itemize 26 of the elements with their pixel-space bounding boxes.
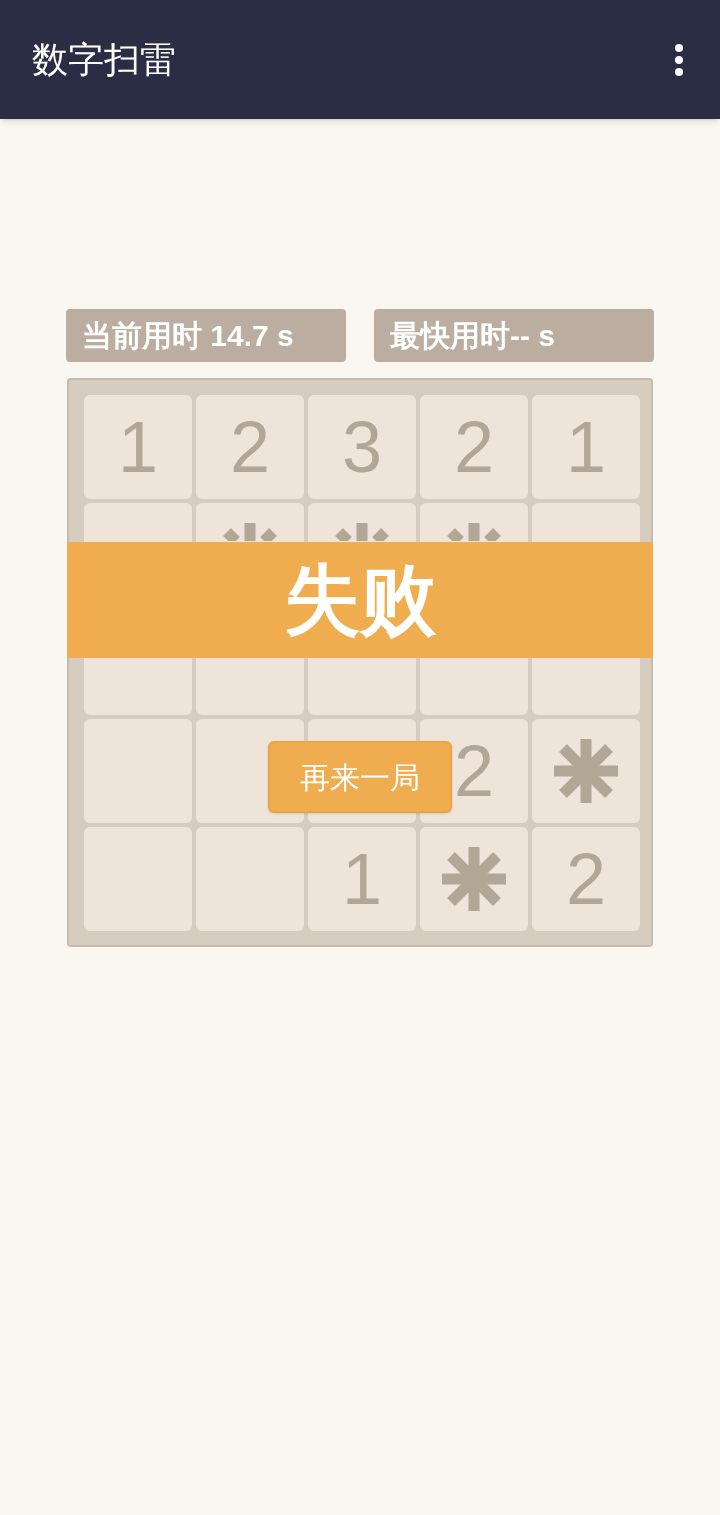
- time-label: 当前用时 14.7 s: [66, 309, 346, 362]
- time-label: 最快用时-- s: [374, 309, 654, 362]
- cell-number: 1: [117, 411, 158, 483]
- cell-number: 1: [341, 843, 382, 915]
- board-tile[interactable]: [84, 827, 192, 931]
- cell-number: 2: [565, 843, 606, 915]
- board-tile[interactable]: 1: [84, 395, 192, 499]
- cell-number: 2: [229, 411, 270, 483]
- board-tile[interactable]: [196, 827, 304, 931]
- board-tile[interactable]: [532, 719, 640, 823]
- restart-button[interactable]: 再来一局: [268, 741, 452, 813]
- board-tile[interactable]: 1: [308, 827, 416, 931]
- app-title: 数字扫雷: [32, 37, 176, 82]
- cell-number: 3: [341, 411, 382, 483]
- cell-number: 1: [565, 411, 606, 483]
- cell-number: 2: [453, 411, 494, 483]
- board-tile[interactable]: 2: [532, 827, 640, 931]
- board-tile[interactable]: 2: [196, 395, 304, 499]
- board-tile[interactable]: 2: [420, 395, 528, 499]
- board-tile[interactable]: 1: [532, 395, 640, 499]
- board-tile[interactable]: 3: [308, 395, 416, 499]
- result-title: 失败: [284, 562, 436, 638]
- board-tile[interactable]: [420, 827, 528, 931]
- board-tile[interactable]: [84, 719, 192, 823]
- more-menu-icon[interactable]: [674, 43, 684, 76]
- cell-number: 2: [453, 735, 494, 807]
